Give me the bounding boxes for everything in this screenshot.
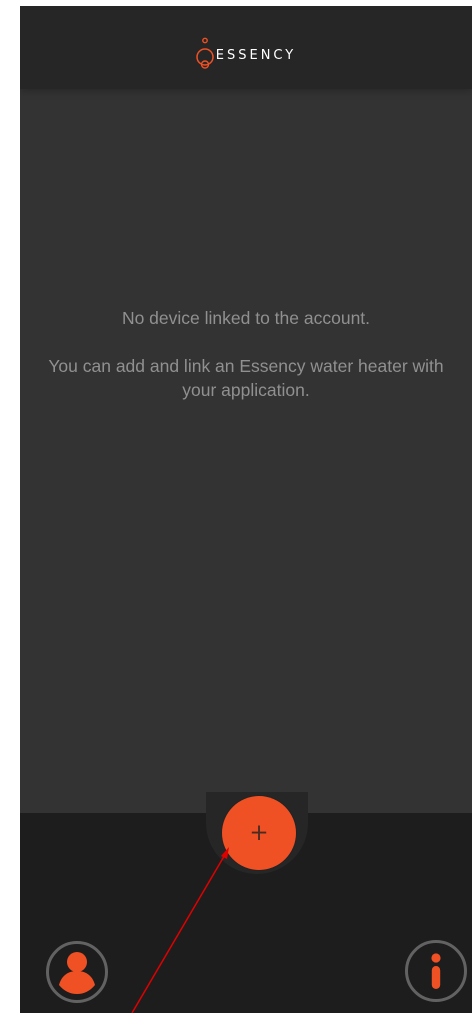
water-drop-logo-icon (196, 37, 214, 69)
brand-lockup: ESSENCY (20, 36, 472, 72)
empty-state: No device linked to the account. You can… (46, 306, 446, 402)
empty-state-title: No device linked to the account. (121, 308, 371, 328)
app-header: ESSENCY (20, 6, 472, 89)
user-icon (59, 952, 95, 994)
screen-frame: ESSENCY No device linked to the account.… (0, 0, 474, 1013)
app-screen: ESSENCY No device linked to the account.… (20, 6, 472, 1013)
info-button[interactable] (405, 940, 467, 1002)
info-icon (431, 953, 441, 989)
brand-name: ESSENCY (215, 47, 297, 63)
add-device-button[interactable]: + (222, 796, 296, 870)
profile-button[interactable] (46, 941, 108, 1003)
empty-state-message: You can add and link an Essency water he… (48, 356, 444, 400)
